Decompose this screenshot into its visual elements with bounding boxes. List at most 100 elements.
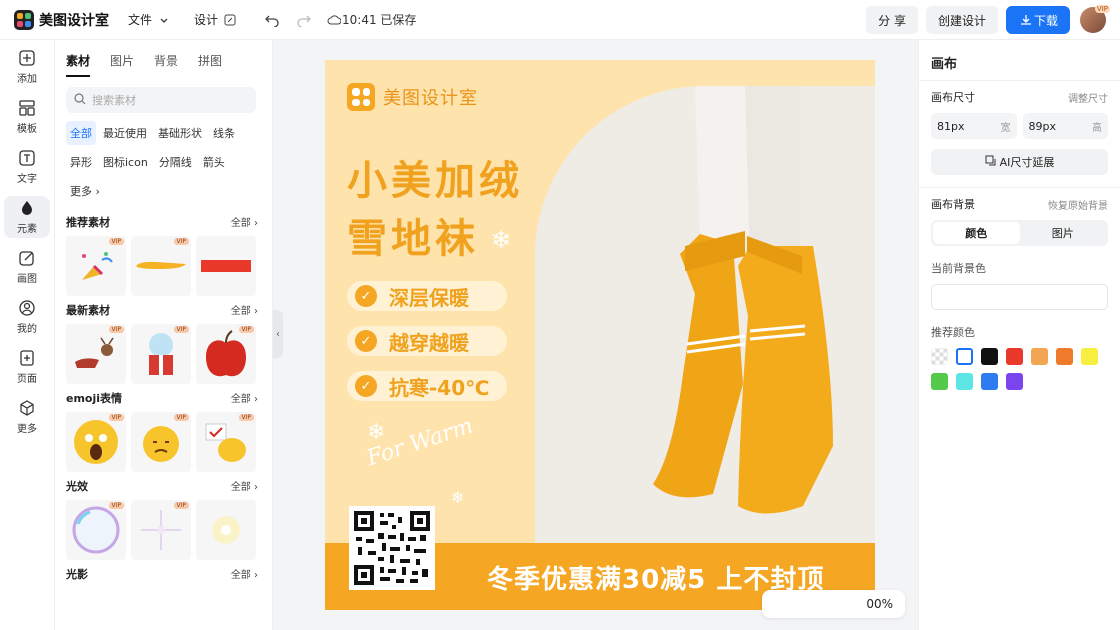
section-title: emoji表情 [66, 392, 123, 405]
chip-more[interactable]: 更多 › [66, 179, 104, 203]
cloud-icon [326, 12, 342, 28]
undo-icon[interactable] [264, 12, 280, 28]
material-thumb[interactable]: VIP [66, 500, 126, 560]
logo-icon [14, 9, 34, 30]
bg-type-image[interactable]: 图片 [1020, 222, 1107, 244]
feature-pill[interactable]: ✓ 越穿越暖 [347, 326, 507, 356]
create-design-button[interactable]: 创建设计 [925, 6, 998, 34]
material-panel: 素材 图片 背景 拼图 搜索素材 全部 最近使用 基础形状 线条 异形 图标ic… [55, 40, 273, 630]
color-swatch[interactable] [981, 348, 998, 365]
material-thumb[interactable]: VIP [131, 236, 191, 296]
canvas-title-line2[interactable]: 雪地袜 [347, 206, 479, 264]
color-swatch[interactable] [981, 373, 998, 390]
see-all-link[interactable]: 全部 › [231, 478, 258, 494]
rail-label: 页面 [17, 374, 37, 385]
material-thumb[interactable]: VIP [196, 324, 256, 384]
color-swatch[interactable] [1031, 348, 1048, 365]
canvas-bg-label: 画布背景 [931, 198, 975, 211]
tab-material[interactable]: 素材 [66, 52, 91, 77]
color-swatch[interactable] [1006, 348, 1023, 365]
chip-all[interactable]: 全部 [66, 121, 96, 145]
rail-item-add[interactable]: 添加 [4, 46, 50, 88]
rail-item-template[interactable]: 模板 [4, 96, 50, 138]
see-all-link[interactable]: 全部 › [231, 390, 258, 406]
color-swatch[interactable] [1081, 348, 1098, 365]
app-logo[interactable]: 美图设计室 [14, 9, 110, 30]
color-swatch[interactable] [931, 348, 948, 365]
current-bg-label: 当前背景色 [931, 262, 986, 275]
rail-label: 元素 [17, 224, 37, 235]
chip-irregular[interactable]: 异形 [66, 150, 96, 174]
menu-design[interactable]: 设计 [194, 11, 242, 28]
see-all-link[interactable]: 全部 › [231, 302, 258, 318]
material-thumb[interactable]: VIP [131, 324, 191, 384]
bg-type-color[interactable]: 颜色 [933, 222, 1020, 244]
tab-collage[interactable]: 拼图 [198, 52, 222, 77]
rail-item-elements[interactable]: 元素 [4, 196, 50, 238]
save-status: 10:41 已保存 [326, 11, 416, 28]
canvas-title-line1[interactable]: 小美加绒 [347, 148, 523, 206]
chip-divider[interactable]: 分隔线 [155, 150, 196, 174]
chip-arrows[interactable]: 箭头 [199, 150, 229, 174]
draw-icon [18, 249, 36, 267]
check-icon: ✓ [355, 330, 377, 352]
canvas-size-label: 画布尺寸 [931, 91, 975, 104]
redo-icon[interactable] [296, 12, 312, 28]
chip-lines[interactable]: 线条 [209, 121, 239, 145]
rail-item-mine[interactable]: 我的 [4, 296, 50, 338]
material-thumb[interactable]: VIP [66, 324, 126, 384]
material-thumb[interactable]: VIP [131, 500, 191, 560]
current-bg-color-field[interactable] [931, 284, 1108, 310]
color-swatch[interactable] [956, 373, 973, 390]
canvas-brand[interactable]: 美图设计室 [347, 83, 478, 111]
feature-pill[interactable]: ✓ 抗寒-40℃ [347, 371, 507, 401]
section-title: 光影 [66, 568, 88, 581]
color-swatch[interactable] [1006, 373, 1023, 390]
see-all-link[interactable]: 全部 › [231, 566, 258, 582]
divider [919, 80, 1120, 81]
width-field[interactable]: 81px 宽 [931, 113, 1017, 139]
chip-recent[interactable]: 最近使用 [99, 121, 151, 145]
chip-basic-shapes[interactable]: 基础形状 [154, 121, 206, 145]
zoom-control[interactable]: 00% [762, 590, 905, 618]
ai-extend-label: AI尺寸延展 [999, 156, 1055, 169]
design-canvas[interactable]: 美图设计室 小美加绒 雪地袜 ❄ ✓ 深层保暖 ✓ 越穿越暖 ✓ 抗寒-40℃ ❄ ❄… [325, 60, 875, 610]
download-button[interactable]: 下载 [1005, 6, 1070, 34]
panel-title: 画布 [931, 57, 958, 72]
material-thumb[interactable]: VIP [196, 412, 256, 472]
rail-item-more[interactable]: 更多 [4, 396, 50, 438]
panel-collapse-handle[interactable]: ‹ [273, 310, 283, 358]
menu-file[interactable]: 文件 [128, 11, 176, 28]
search-input[interactable]: 搜索素材 [66, 87, 256, 113]
material-thumb[interactable] [196, 500, 256, 560]
section-light-shadow: 光影 全部 › [66, 566, 258, 582]
rail-item-text[interactable]: 文字 [4, 146, 50, 188]
restore-bg-link[interactable]: 恢复原始背景 [1048, 197, 1108, 212]
color-swatch[interactable] [956, 348, 973, 365]
material-thumb[interactable]: VIP [131, 412, 191, 472]
color-swatch[interactable] [1056, 348, 1073, 365]
height-value: 89px [1028, 119, 1057, 133]
snowflake-icon: ❄ [491, 226, 512, 254]
material-thumb[interactable] [196, 236, 256, 296]
share-button[interactable]: 分 享 [866, 6, 918, 34]
rail-item-draw[interactable]: 画图 [4, 246, 50, 288]
feature-pill[interactable]: ✓ 深层保暖 [347, 281, 507, 311]
tab-background[interactable]: 背景 [154, 52, 178, 77]
see-all-link[interactable]: 全部 › [231, 214, 258, 230]
chip-icons[interactable]: 图标icon [99, 150, 152, 174]
sock-photo[interactable] [535, 86, 875, 546]
resize-link[interactable]: 调整尺寸 [1068, 90, 1108, 105]
tab-image[interactable]: 图片 [110, 52, 134, 77]
height-field[interactable]: 89px 高 [1022, 113, 1108, 139]
material-thumb[interactable]: VIP [66, 412, 126, 472]
menu-design-label: 设计 [194, 13, 219, 27]
section-latest: 最新素材 全部 › VIP VIP VIP [66, 302, 258, 384]
divider [919, 187, 1120, 188]
ai-extend-button[interactable]: AI尺寸延展 [931, 149, 1108, 175]
qr-code[interactable] [349, 506, 435, 590]
avatar[interactable]: VIP [1080, 5, 1110, 33]
material-thumb[interactable]: VIP [66, 236, 126, 296]
color-swatch[interactable] [931, 373, 948, 390]
rail-item-pages[interactable]: 页面 [4, 346, 50, 388]
